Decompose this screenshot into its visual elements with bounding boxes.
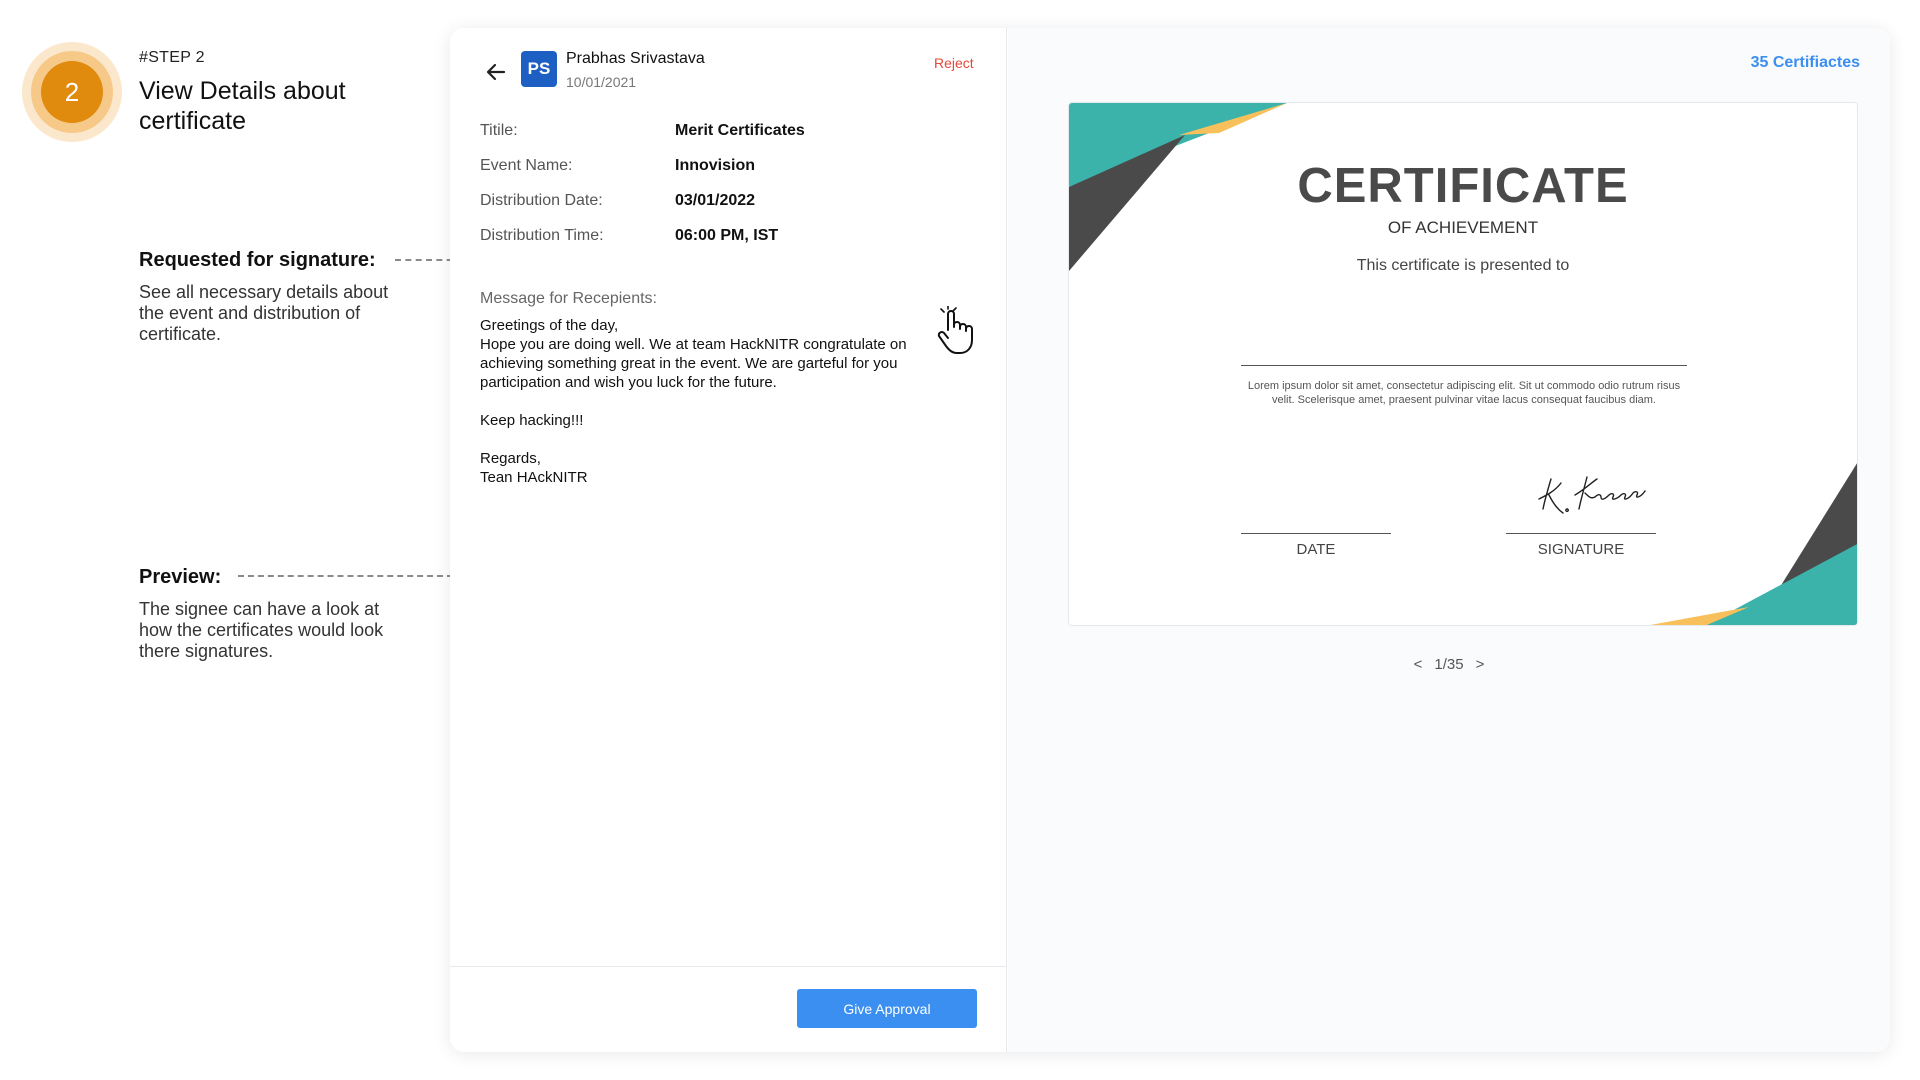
detail-event-value: Innovision — [675, 157, 755, 174]
step-badge: 2 — [22, 42, 122, 142]
step-title: View Details about certificate — [139, 77, 346, 135]
certificate-preview: CERTIFICATE OF ACHIEVEMENT This certific… — [1068, 102, 1858, 626]
message-line: Tean HAckNITR — [480, 469, 588, 486]
step-tag: #STEP 2 — [139, 49, 205, 66]
certificate-title: CERTIFICATE — [1297, 159, 1629, 213]
page-indicator: 1/35 — [1434, 656, 1464, 673]
detail-date-label: Distribution Date: — [480, 192, 603, 209]
certificate-pager: < 1/35 > — [1008, 656, 1890, 673]
certificate-subtitle: OF ACHIEVEMENT — [1387, 218, 1539, 237]
message-line: Greetings of the day, — [480, 317, 619, 334]
signature-label: SIGNATURE — [1537, 541, 1625, 558]
message-line: participation and wish you luck for the … — [480, 374, 777, 391]
detail-title-value: Merit Certificates — [675, 122, 805, 139]
reject-button[interactable]: Reject — [934, 55, 974, 71]
recipient-name-line — [1241, 365, 1687, 366]
certificate-description: Lorem ipsum dolor sit amet, consectetur … — [1247, 380, 1681, 406]
message-label: Message for Recepients: — [480, 290, 657, 307]
annotation-signature-heading: Requested for signature: — [139, 249, 376, 271]
annotation-preview-body: The signee can have a look at how the ce… — [139, 599, 384, 661]
date-line — [1241, 533, 1391, 534]
detail-date-value: 03/01/2022 — [675, 192, 756, 209]
footer-divider — [450, 966, 1007, 967]
give-approval-button[interactable]: Give Approval — [797, 989, 977, 1028]
message-line: Keep hacking!!! — [480, 412, 584, 429]
approval-card: PS Prabhas Srivastava 10/01/2021 Reject … — [450, 28, 1890, 1052]
detail-time-value: 06:00 PM, IST — [675, 227, 779, 244]
next-page-button[interactable]: > — [1474, 656, 1487, 673]
previous-page-button[interactable]: < — [1412, 656, 1425, 673]
annotation-signature-body: See all necessary details about the even… — [139, 282, 389, 344]
step-number: 2 — [41, 61, 103, 123]
sender-name: Prabhas Srivastava — [566, 50, 705, 67]
message-line: Hope you are doing well. We at team Hack… — [480, 336, 907, 353]
handwritten-signature — [1538, 476, 1646, 514]
detail-event-label: Event Name: — [480, 157, 573, 174]
back-arrow-icon[interactable] — [482, 58, 510, 86]
avatar: PS — [521, 51, 557, 87]
pointer-hand-icon — [937, 306, 973, 354]
date-label: DATE — [1296, 541, 1336, 558]
detail-time-label: Distribution Time: — [480, 227, 604, 244]
certificate-count-link[interactable]: 35 Certifiactes — [1751, 54, 1860, 72]
message-line: Regards, — [480, 450, 541, 467]
sender-date: 10/01/2021 — [566, 74, 637, 90]
signature-line — [1506, 533, 1656, 534]
certificate-preview-pane: 35 Certifiactes CERTIFICATE OF ACHIEVEME… — [1008, 28, 1890, 1052]
message-line: achieving something great in the event. … — [480, 355, 898, 372]
detail-title-label: Titile: — [480, 122, 518, 139]
request-details-pane: PS Prabhas Srivastava 10/01/2021 Reject … — [450, 28, 1007, 1052]
annotation-preview-heading: Preview: — [139, 566, 222, 588]
certificate-presented-to: This certificate is presented to — [1356, 257, 1570, 274]
